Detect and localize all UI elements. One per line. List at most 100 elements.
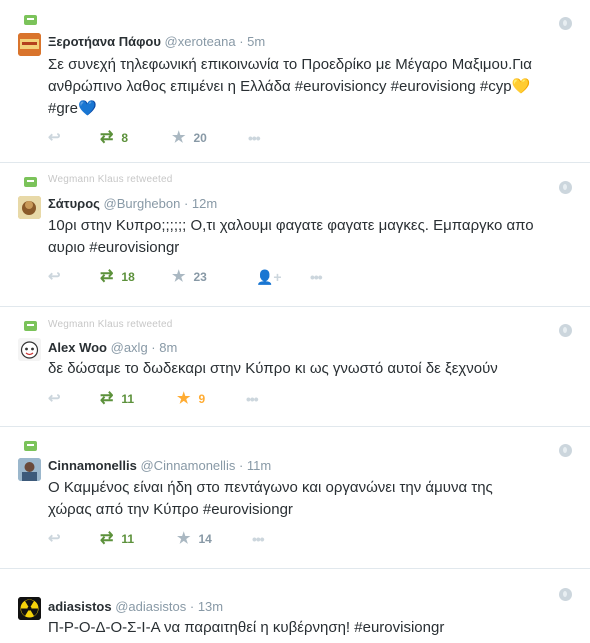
tweet-text-line: ανθρώπινο λαθος επιμένει η Ελλάδα #eurov… (48, 78, 531, 95)
globe-icon (559, 588, 572, 601)
more-button[interactable]: ••• (310, 269, 323, 285)
retweet-count: 18 (121, 270, 135, 284)
tweet-text: Π-Ρ-Ο-Δ-Ο-Σ-Ι-Α να παραιτηθεί η κυβέρνησ… (48, 617, 578, 639)
user-handle[interactable]: @Cinnamonellis (140, 458, 235, 473)
tweet-text-line: αυριο #eurovisiongr (48, 239, 180, 256)
tweet[interactable]: Ξεροτήανα Πάφου @xeroteana · 5m Σε συνεχ… (0, 0, 590, 163)
display-name[interactable]: Ξεροτήανα Πάφου (48, 34, 161, 49)
tweet-actions: ↩ ⇄ 11 ★ 9 ••• (48, 391, 348, 408)
globe-icon (559, 444, 572, 457)
globe-icon (559, 17, 572, 30)
tweet-text-line: δε δώσαμε το δωδεκαρι στην Κύπρο κι ως γ… (48, 360, 498, 377)
retweet-icon: ⇄ (100, 390, 114, 407)
retweet-context[interactable]: Wegmann Klaus retweeted (48, 319, 172, 330)
follow-button[interactable]: 👤+ (256, 269, 282, 285)
favorite-count: 9 (198, 392, 206, 406)
globe-icon (559, 181, 572, 194)
tweet-feed: Ξεροτήανα Πάφου @xeroteana · 5m Σε συνεχ… (0, 0, 590, 643)
user-handle[interactable]: @axlg (111, 340, 148, 355)
tweet[interactable]: Wegmann Klaus retweeted Σάτυρος @Burgheb… (0, 163, 590, 307)
tweet-text-line: χώρας από την Κύπρο #eurovisiongr (48, 501, 293, 518)
retweet-icon: ⇄ (100, 530, 114, 547)
reply-button[interactable]: ↩ (48, 391, 61, 407)
tweet-text-line: #gre💙 (48, 100, 97, 117)
timestamp[interactable]: 5m (247, 34, 265, 49)
user-handle[interactable]: @Burghebon (104, 196, 181, 211)
retweet-context-icon (24, 321, 37, 331)
tweet-header: adiasistos @adiasistos · 13m (48, 599, 224, 614)
retweet-button[interactable]: ⇄ 18 (100, 269, 135, 285)
retweet-count: 11 (121, 392, 135, 406)
more-button[interactable]: ••• (252, 531, 265, 547)
more-button[interactable]: ••• (246, 391, 259, 407)
tweet[interactable]: Wegmann Klaus retweeted Alex Woo @axlg ·… (0, 307, 590, 427)
retweet-icon: ⇄ (100, 268, 114, 285)
tweet[interactable]: Cinnamonellis @Cinnamonellis · 11m Ο Καμ… (0, 427, 590, 569)
tweet-actions: ↩ ⇄ 11 ★ 14 ••• (48, 531, 348, 548)
tweet-text-line: 10ρι στην Κυπρο;;;;;; Ο,τι χαλουμι φαγατ… (48, 217, 534, 234)
favorite-count: 14 (198, 532, 212, 546)
retweet-button[interactable]: ⇄ 8 (100, 130, 128, 146)
tweet-actions: ↩ ⇄ 18 ★ 23 👤+ ••• (48, 269, 348, 286)
retweet-context-icon (24, 177, 37, 187)
retweet-context-icon (24, 15, 37, 25)
display-name[interactable]: Alex Woo (48, 340, 107, 355)
retweet-count: 8 (121, 131, 129, 145)
tweet-header: Cinnamonellis @Cinnamonellis · 11m (48, 458, 272, 473)
display-name[interactable]: adiasistos (48, 599, 112, 614)
avatar[interactable] (18, 196, 41, 219)
avatar[interactable] (18, 597, 41, 620)
more-icon: ••• (310, 269, 323, 285)
retweet-context[interactable]: Wegmann Klaus retweeted (48, 174, 172, 185)
more-icon: ••• (248, 130, 261, 146)
more-icon: ••• (246, 391, 259, 407)
more-button[interactable]: ••• (248, 130, 261, 146)
timestamp[interactable]: 11m (247, 458, 271, 473)
star-icon: ★ (177, 530, 191, 547)
favorite-button[interactable]: ★ 23 (172, 269, 207, 285)
tweet-text-line: Π-Ρ-Ο-Δ-Ο-Σ-Ι-Α να παραιτηθεί η κυβέρνησ… (48, 619, 445, 636)
star-icon: ★ (172, 129, 186, 146)
favorite-count: 23 (193, 270, 207, 284)
reply-icon: ↩ (48, 129, 61, 146)
favorite-button[interactable]: ★ 14 (177, 531, 212, 547)
display-name[interactable]: Σάτυρος (48, 196, 100, 211)
timestamp[interactable]: 8m (159, 340, 177, 355)
retweet-context-icon (24, 441, 37, 451)
favorite-count: 20 (193, 131, 207, 145)
tweet-text: δε δώσαμε το δωδεκαρι στην Κύπρο κι ως γ… (48, 358, 578, 380)
globe-icon (559, 324, 572, 337)
avatar[interactable] (18, 33, 41, 56)
retweet-button[interactable]: ⇄ 11 (100, 391, 134, 407)
star-icon: ★ (172, 268, 186, 285)
reply-icon: ↩ (48, 530, 61, 547)
tweet-header: Σάτυρος @Burghebon · 12m (48, 196, 218, 211)
favorite-button[interactable]: ★ 20 (172, 130, 207, 146)
reply-button[interactable]: ↩ (48, 130, 61, 146)
tweet-text: Ο Καμμένος είναι ήδη στο πεντάγωνο και ο… (48, 477, 578, 521)
reply-button[interactable]: ↩ (48, 269, 61, 285)
avatar[interactable] (18, 458, 41, 481)
retweet-button[interactable]: ⇄ 11 (100, 531, 134, 547)
timestamp[interactable]: 12m (192, 196, 217, 211)
retweet-icon: ⇄ (100, 129, 114, 146)
tweet[interactable]: adiasistos @adiasistos · 13m Π-Ρ-Ο-Δ-Ο-Σ… (0, 569, 590, 643)
star-icon: ★ (177, 390, 191, 407)
tweet-text: Σε συνεχή τηλεφωνική επικοινωνία το Προε… (48, 54, 578, 120)
display-name[interactable]: Cinnamonellis (48, 458, 137, 473)
retweet-count: 11 (121, 532, 135, 546)
avatar[interactable] (18, 338, 41, 361)
follow-user-icon: 👤+ (256, 269, 282, 285)
user-handle[interactable]: @adiasistos (115, 599, 186, 614)
tweet-actions: ↩ ⇄ 8 ★ 20 ••• (48, 130, 348, 147)
tweet-header: Ξεροτήανα Πάφου @xeroteana · 5m (48, 34, 266, 49)
favorite-button[interactable]: ★ 9 (177, 391, 205, 407)
reply-icon: ↩ (48, 268, 61, 285)
tweet-header: Alex Woo @axlg · 8m (48, 340, 178, 355)
more-icon: ••• (252, 531, 265, 547)
reply-button[interactable]: ↩ (48, 531, 61, 547)
user-handle[interactable]: @xeroteana (165, 34, 236, 49)
timestamp[interactable]: 13m (198, 599, 223, 614)
tweet-text-line: Ο Καμμένος είναι ήδη στο πεντάγωνο και ο… (48, 479, 493, 496)
tweet-text-line: Σε συνεχή τηλεφωνική επικοινωνία το Προε… (48, 56, 532, 73)
